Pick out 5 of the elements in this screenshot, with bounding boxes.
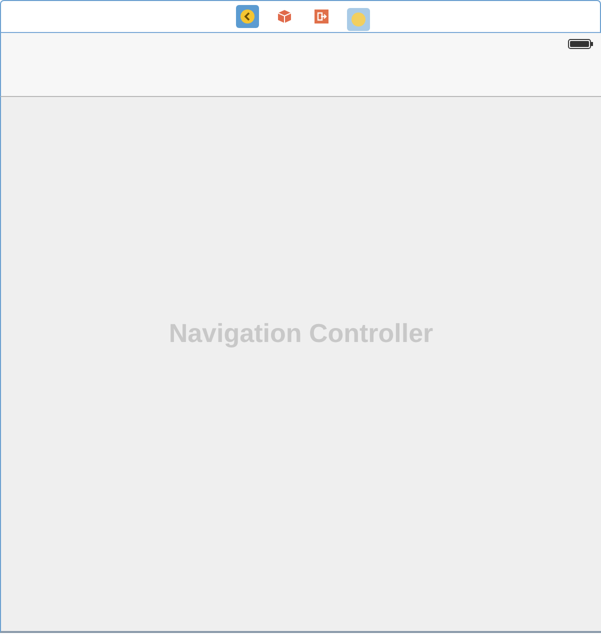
exit-icon xyxy=(314,9,328,24)
battery-icon xyxy=(568,39,593,49)
circle-icon xyxy=(350,12,366,27)
cube-icon xyxy=(276,9,292,24)
dock-item[interactable] xyxy=(236,5,258,28)
